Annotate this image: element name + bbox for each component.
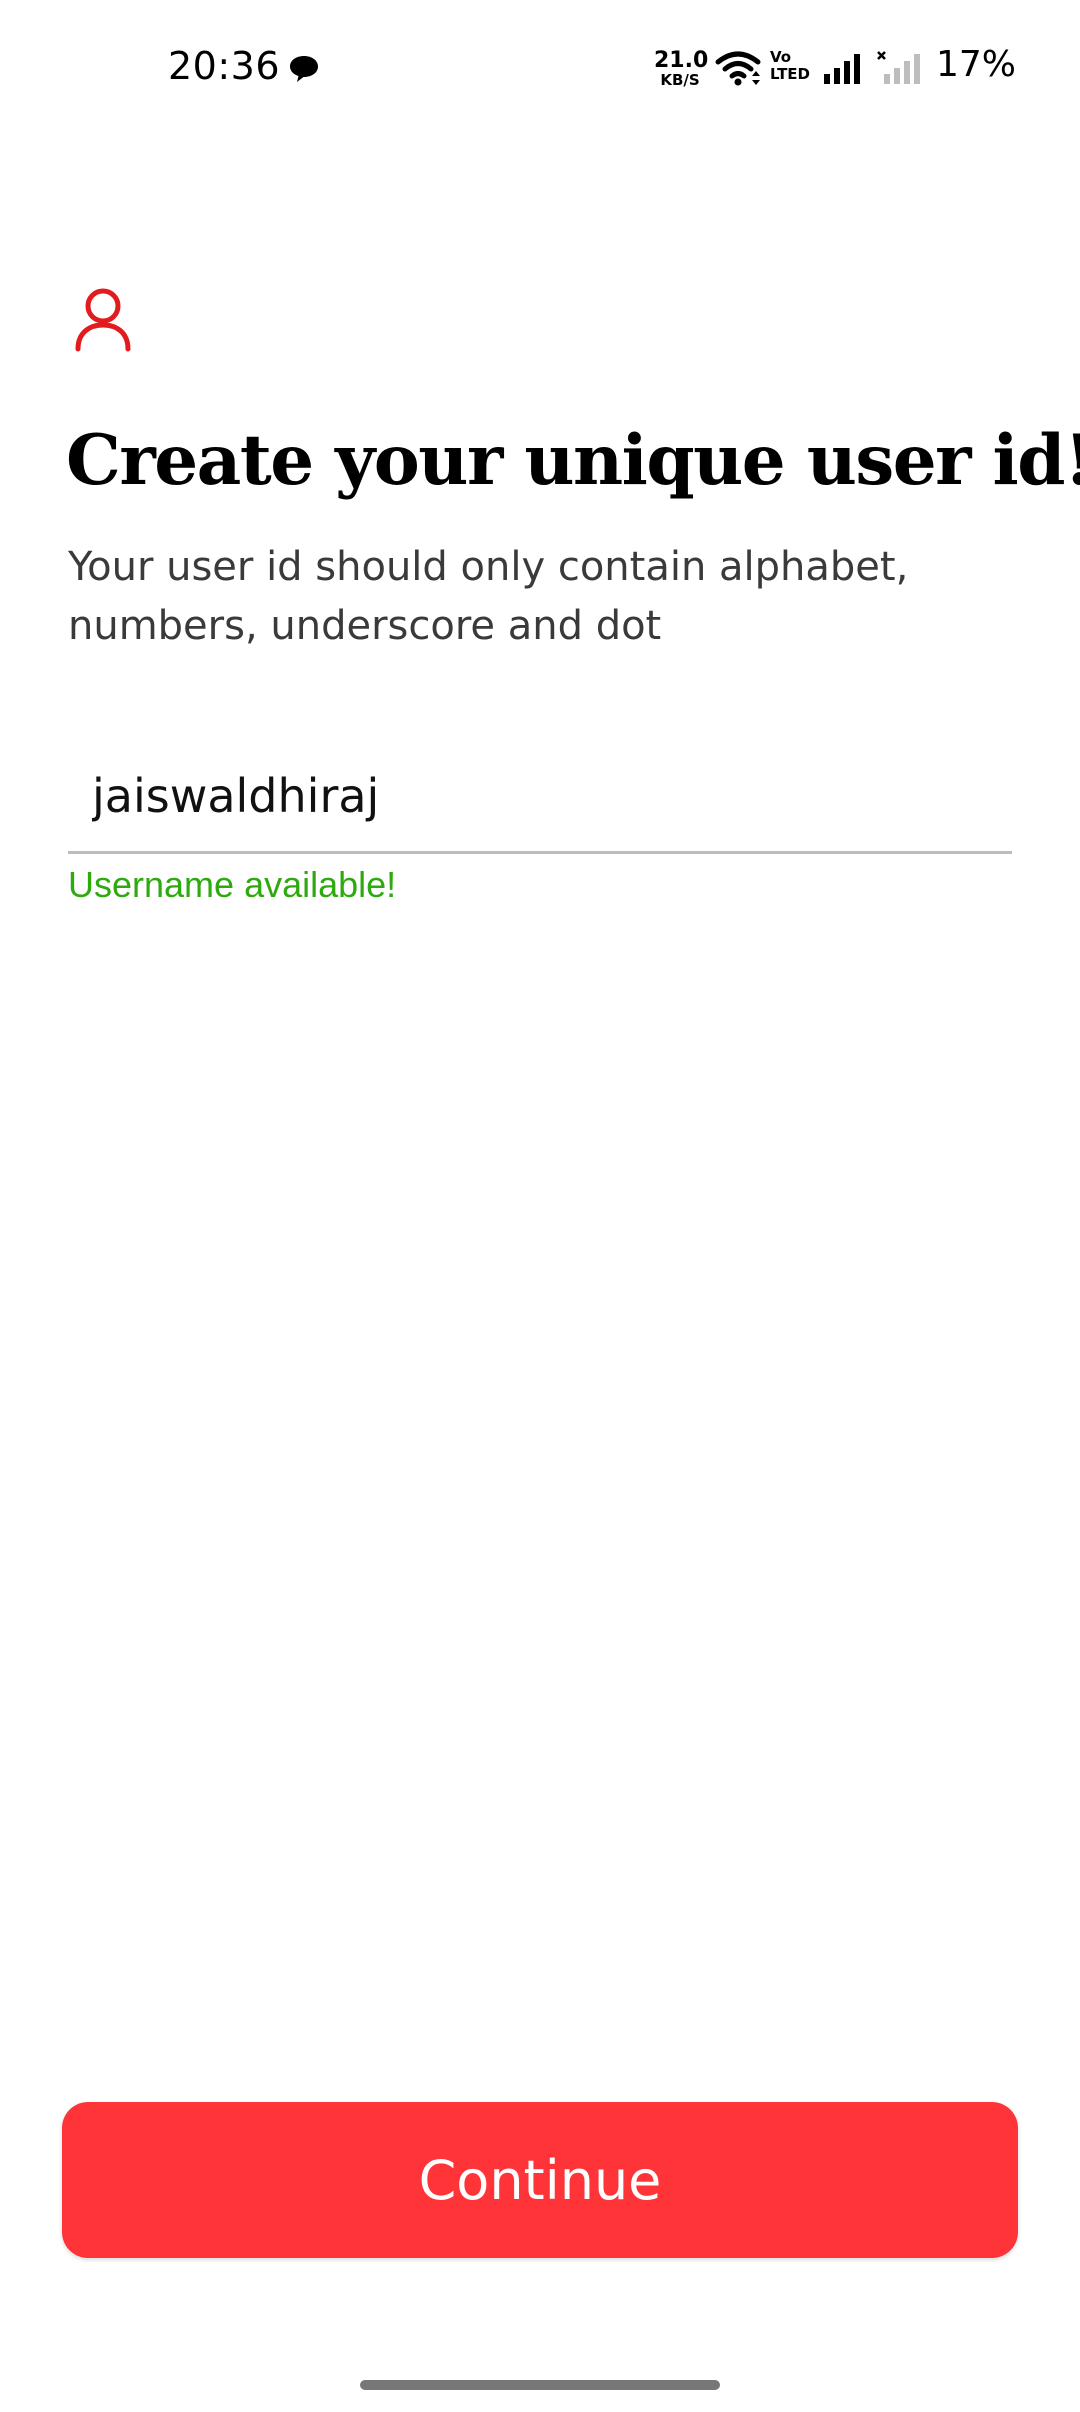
page-subtitle: Your user id should only contain alphabe… [68, 544, 909, 649]
status-bar: 20:36 21.0 KB/S Vo LTED 17% [0, 0, 1080, 140]
home-indicator[interactable] [360, 2380, 720, 2390]
userid-input[interactable] [68, 740, 1012, 854]
status-time: 20:36 [168, 44, 281, 88]
volte-line1: Vo [770, 48, 792, 66]
username-status-text: Username available! [68, 864, 397, 905]
signal-icon [824, 54, 860, 84]
user-icon [75, 288, 131, 352]
volte-icon: Vo LTED [770, 50, 810, 86]
signal-no-service-icon [877, 51, 920, 84]
network-speed: 21.0 KB/S [654, 48, 709, 89]
network-speed-unit: KB/S [660, 71, 700, 89]
message-icon [290, 56, 318, 82]
network-speed-value: 21.0 [654, 48, 709, 73]
continue-button[interactable]: Continue [62, 2102, 1018, 2258]
page-title: Create your unique user id! [66, 420, 1080, 501]
volte-line2: LTED [770, 65, 811, 83]
wifi-icon [715, 51, 761, 86]
battery-level: 17% [936, 44, 1017, 85]
